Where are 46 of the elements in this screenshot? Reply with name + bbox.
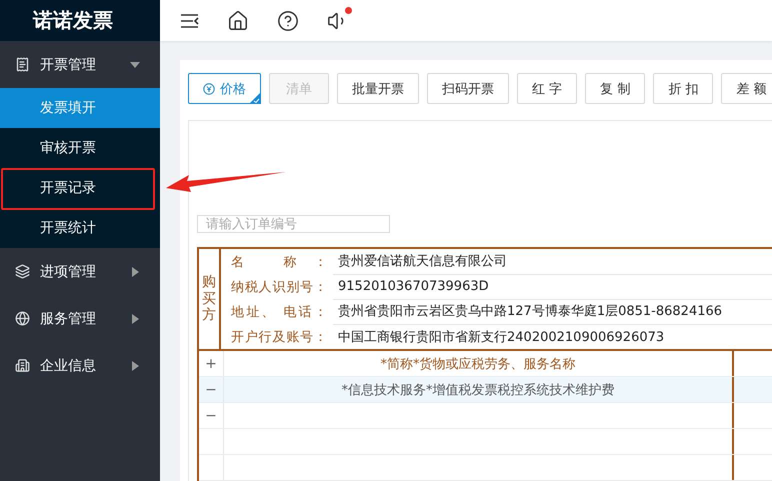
caret-right-icon [130,314,140,324]
yen-icon [203,82,215,94]
toolbar-button[interactable]: 批量开票 [337,73,419,104]
toolbar-button[interactable]: 扫码开票 [427,73,509,104]
globe-icon [15,311,30,326]
caret-right-icon [130,360,140,370]
caret-down-icon [130,60,140,70]
menu-group[interactable]: 服务管理 [0,295,160,342]
field-value: 中国工商银行贵阳市省新支行2402002109006926073 [337,328,666,346]
menu-group[interactable]: 开票管理 [0,41,160,88]
item-row[interactable]: − [199,403,772,429]
caret-right-icon [130,266,140,276]
field-label: 地址、 电话： [231,304,327,320]
home-icon[interactable] [227,10,249,32]
help-icon[interactable] [277,10,299,32]
add-row-button[interactable]: + [199,351,224,376]
logo: 诺诺发票 [0,0,160,41]
field-value: 贵州爱信诺航天信息有限公司 [333,248,772,274]
check-corner-icon [249,92,261,104]
field-label: 开户行及账号： [231,328,327,346]
menu-group[interactable]: 进项管理 [0,248,160,295]
layers-icon [15,264,30,279]
toolbar-button[interactable]: 红 字 [517,73,578,104]
menu-item[interactable]: 发票填开 [0,88,160,128]
building-icon [15,358,30,373]
menu-item[interactable]: 审核开票 [0,128,160,168]
field-label: 纳税人识别号： [231,278,327,296]
remove-row-button[interactable]: − [199,377,224,402]
toolbar-button[interactable]: 价格 [188,73,261,104]
speaker-icon[interactable] [327,10,349,32]
item-row[interactable]: + *简称*货物或应税劳务、服务名称 [199,351,772,377]
menu-icon[interactable] [181,14,199,28]
field-value: 91520103670739963D [333,274,772,300]
toolbar-button[interactable]: 折 扣 [653,73,714,104]
menu-item[interactable]: 开票记录 [0,168,160,208]
order-number-field[interactable]: 请输入订单编号 [197,215,390,233]
buyer-heading: 购买方 [199,249,221,349]
menu-item[interactable]: 开票统计 [0,208,160,248]
field-label: 名 称： [231,254,327,270]
toolbar-button[interactable]: 差 额 [721,73,772,104]
menu-group[interactable]: 企业信息 [0,342,160,389]
field-value: 贵州省贵阳市云岩区贵乌中路127号博泰华庭1层0851-86824166 [333,298,772,324]
receipt-icon [15,57,30,72]
remove-row-button[interactable]: − [199,403,224,428]
toolbar-button[interactable]: 复 制 [585,73,646,104]
item-row[interactable]: − *信息技术服务*增值税发票税控系统技术维护费 [199,377,772,403]
